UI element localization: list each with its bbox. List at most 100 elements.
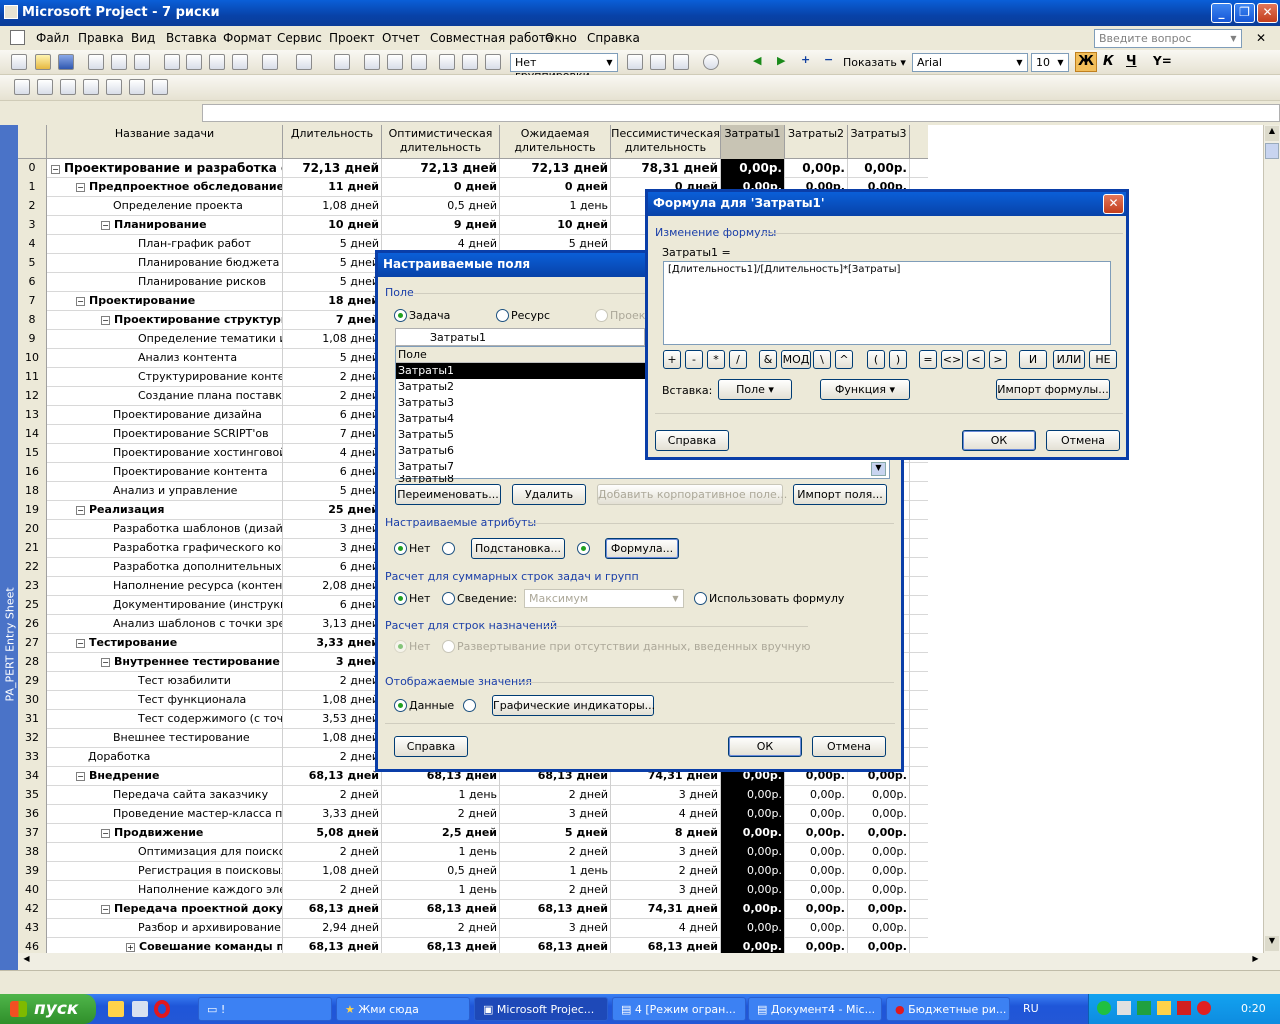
cell-row-id[interactable]: 37 [18,824,47,843]
operator-button[interactable]: & [759,350,777,369]
cell-cost3[interactable]: 0,00р. [848,862,910,881]
assign-rollup-label[interactable]: Развертывание при отсутствии данных, вве… [457,640,811,653]
collapse-icon[interactable]: − [101,905,110,914]
operator-button[interactable]: + [663,350,681,369]
cell-pessimistic[interactable]: 74,31 дней [611,900,721,919]
cell-cost1[interactable]: 0,00р. [721,843,785,862]
doc-close-icon[interactable]: ✕ [1256,31,1266,45]
cell-row-id[interactable]: 34 [18,767,47,786]
collapse-icon[interactable]: − [76,772,85,781]
collapse-icon[interactable]: − [101,221,110,230]
cell-optimistic[interactable]: 2 дней [382,805,500,824]
cell-pessimistic[interactable]: 3 дней [611,881,721,900]
project-radio[interactable] [595,309,608,322]
cell-task-name[interactable]: Наполнение ресурса (контент) [47,577,283,596]
taskbar-item[interactable]: ▣ Microsoft Projec... [474,997,608,1021]
cell-row-id[interactable]: 7 [18,292,47,311]
cell-task-name[interactable]: − Внутреннее тестирование [47,653,283,672]
cell-row-id[interactable]: 13 [18,406,47,425]
cell-row-id[interactable]: 1 [18,178,47,197]
cell-optimistic[interactable]: 9 дней [382,216,500,235]
chevron-down-icon[interactable]: ▼ [1227,31,1240,46]
cell-expected[interactable]: 10 дней [500,216,611,235]
pert-calc-icon[interactable] [129,79,145,95]
scroll-up-button[interactable]: ▲ [1265,126,1279,141]
cell-task-name[interactable]: Тест юзабилити [47,672,283,691]
cell-row-id[interactable]: 12 [18,387,47,406]
horizontal-scrollbar[interactable]: ◀ ▶ [18,953,1280,970]
collapse-icon[interactable]: − [101,658,110,667]
cell-task-name[interactable]: Структурирование контента [47,368,283,387]
cell-duration[interactable]: 2,08 дней [283,577,382,596]
cell-duration[interactable]: 3 дней [283,520,382,539]
link-icon[interactable] [364,54,380,70]
cell-duration[interactable]: 5 дней [283,482,382,501]
cell-pessimistic[interactable]: 78,31 дней [611,159,721,178]
menu-view[interactable]: Вид [131,31,155,45]
zoom-out-icon[interactable] [650,54,666,70]
quicklaunch-icon[interactable] [108,1001,124,1017]
undo-icon[interactable] [262,54,278,70]
cell-duration[interactable]: 1,08 дней [283,330,382,349]
cell-cost1[interactable]: 0,00р. [721,786,785,805]
chevron-down-icon[interactable]: ▼ [603,55,616,70]
cell-cost3[interactable]: 0,00р. [848,824,910,843]
formula-close-button[interactable]: ✕ [1103,194,1124,214]
cell-task-name[interactable]: − Проектирование [47,292,283,311]
cell-pessimistic[interactable]: 4 дней [611,919,721,938]
cell-duration[interactable]: 2 дней [283,843,382,862]
cell-expected[interactable]: 3 дней [500,919,611,938]
cell-cost3[interactable]: 0,00р. [848,881,910,900]
pert-weights-icon[interactable] [106,79,122,95]
tray-icon[interactable] [1097,1001,1111,1015]
cell-duration[interactable]: 3 дней [283,539,382,558]
cell-duration[interactable]: 72,13 дней [283,159,382,178]
cell-expected[interactable]: 5 дней [500,824,611,843]
cell-task-name[interactable]: Определение проекта [47,197,283,216]
cell-row-id[interactable]: 27 [18,634,47,653]
scroll-down-button[interactable]: ▼ [1265,936,1279,951]
open-icon[interactable] [35,54,51,70]
collapse-icon[interactable]: − [76,183,85,192]
cell-expected[interactable]: 2 дней [500,786,611,805]
menu-project[interactable]: Проект [329,31,375,45]
use-formula-radio[interactable] [694,592,707,605]
scroll-left-button[interactable]: ◀ [19,954,34,968]
cell-duration[interactable]: 1,08 дней [283,729,382,748]
cell-duration[interactable]: 2 дней [283,368,382,387]
cell-task-name[interactable]: Проектирование SCRIPT'ов [47,425,283,444]
cell-row-id[interactable]: 26 [18,615,47,634]
operator-button[interactable]: ( [867,350,885,369]
cell-optimistic[interactable]: 2 дней [382,919,500,938]
cell-row-id[interactable]: 9 [18,330,47,349]
cell-task-name[interactable]: + Совешание команды про [47,938,283,953]
paste-icon[interactable] [209,54,225,70]
cell-task-name[interactable]: Создание плана поставки ко [47,387,283,406]
cell-duration[interactable]: 6 дней [283,463,382,482]
cell-cost1[interactable]: 0,00р. [721,938,785,953]
cell-optimistic[interactable]: 0,5 дней [382,197,500,216]
cell-row-id[interactable]: 38 [18,843,47,862]
cell-row-id[interactable]: 3 [18,216,47,235]
cell-duration[interactable]: 10 дней [283,216,382,235]
cell-row-id[interactable]: 28 [18,653,47,672]
cell-task-name[interactable]: Анализ шаблонов с точки зрения [47,615,283,634]
cell-row-id[interactable]: 36 [18,805,47,824]
split-icon[interactable] [411,54,427,70]
menu-file[interactable]: Файл [36,31,69,45]
cell-row-id[interactable]: 42 [18,900,47,919]
minus-icon[interactable]: − [824,53,833,66]
header-duration[interactable]: Длительность [283,125,382,159]
cell-task-name[interactable]: Доработка [47,748,283,767]
cell-cost2[interactable]: 0,00р. [785,786,848,805]
cell-cost2[interactable]: 0,00р. [785,919,848,938]
cell-duration[interactable]: 2 дней [283,786,382,805]
taskbar-item[interactable]: ★ Жми сюда [336,997,470,1021]
assign-rollup-radio[interactable] [442,640,455,653]
list-scroll-down-icon[interactable]: ▼ [871,462,886,476]
cell-cost2[interactable]: 0,00р. [785,900,848,919]
cell-row-id[interactable]: 30 [18,691,47,710]
table-row[interactable]: 38 Оптимизация для поисковы 2 дней 1 день 2 … [18,843,928,862]
cell-cost3[interactable]: 0,00р. [848,159,910,178]
cell-optimistic[interactable]: 1 день [382,881,500,900]
